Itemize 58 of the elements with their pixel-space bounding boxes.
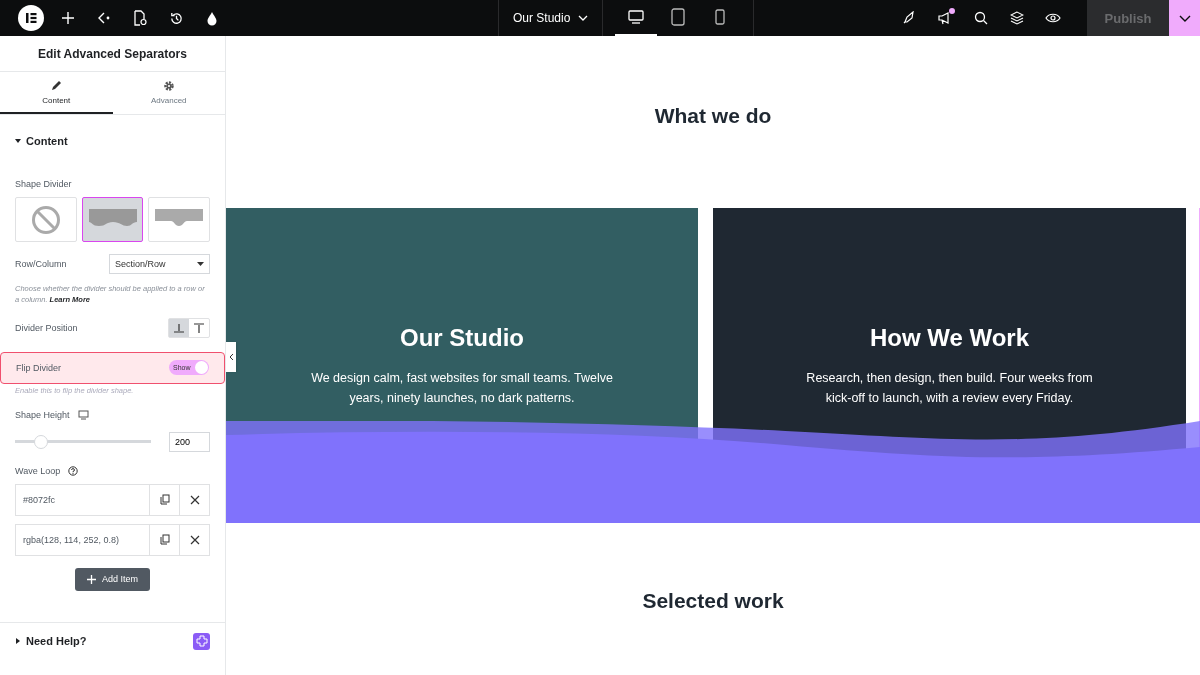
card-text: We design calm, fast websites for small teams. Twelve years, ninety launches, no dark patterns. [310, 370, 614, 407]
logo-button[interactable] [18, 5, 44, 31]
field-label: Row/Column [15, 259, 67, 269]
logo-icon [23, 10, 39, 26]
droplet-icon [206, 10, 218, 26]
align-top-icon [194, 322, 204, 333]
row-column-select[interactable]: Section/Row [109, 254, 210, 274]
section-heading: What we do [653, 104, 773, 129]
caret-icon [15, 138, 21, 144]
panel-tab[interactable]: Content [0, 72, 113, 114]
history-icon [168, 10, 184, 26]
document-icon [133, 10, 147, 26]
copy-icon [159, 534, 170, 546]
caret-icon [15, 638, 21, 645]
section-toggle[interactable]: Need Help? [15, 635, 87, 648]
field-label: Divider Position [15, 322, 78, 333]
card-text: Research, then design, then build. Four weeks from kick-off to launch, with a review every Friday. [805, 370, 1094, 407]
chevron-icon [578, 15, 589, 21]
layers-icon [1010, 11, 1024, 25]
slider-thumb[interactable] [33, 434, 48, 449]
publish-options-button[interactable] [1169, 0, 1200, 36]
desktop-icon [628, 10, 645, 24]
chevron-icon [228, 353, 234, 361]
eye-icon [1045, 12, 1061, 24]
field-label: Shape Divider [15, 179, 73, 189]
desktop-icon [77, 409, 89, 420]
card-title: Our Studio [400, 324, 524, 352]
panel-title: Edit Advanced Separators [0, 36, 225, 72]
height-input[interactable]: 200 [169, 431, 210, 452]
color-value: #8072fc [22, 493, 57, 507]
assistant-button[interactable] [193, 632, 210, 650]
align-bottom-icon [174, 322, 184, 333]
color-value: rgba(128, 114, 252, 0.8) [22, 533, 120, 547]
search-icon [974, 11, 988, 25]
chevron-icon [1178, 14, 1191, 22]
shape-option[interactable] [81, 197, 144, 242]
help-icon [68, 465, 79, 476]
field-label: Wave Loop [15, 465, 61, 476]
settings-icon [162, 79, 175, 92]
close-icon [189, 494, 200, 505]
pencil-icon [50, 79, 63, 92]
field-label: Shape Height [15, 409, 70, 420]
close-icon [189, 534, 200, 545]
plus-icon [87, 574, 96, 584]
section-toggle[interactable]: Content [15, 135, 68, 147]
card-title: How We Work [869, 324, 1030, 352]
copy-icon [159, 494, 170, 506]
caret-icon [197, 262, 204, 266]
none-icon [30, 204, 61, 235]
position-button[interactable] [169, 318, 189, 337]
add-item-button[interactable]: Add Item [75, 567, 150, 591]
section-heading: Selected work [641, 589, 785, 614]
panel-tab[interactable]: Advanced [112, 72, 225, 114]
field-label: Flip Divider [16, 362, 61, 373]
plus-icon [61, 11, 75, 25]
plus-sign-icon [195, 635, 208, 648]
tablet-icon [671, 8, 686, 26]
mobile-icon [715, 9, 726, 25]
